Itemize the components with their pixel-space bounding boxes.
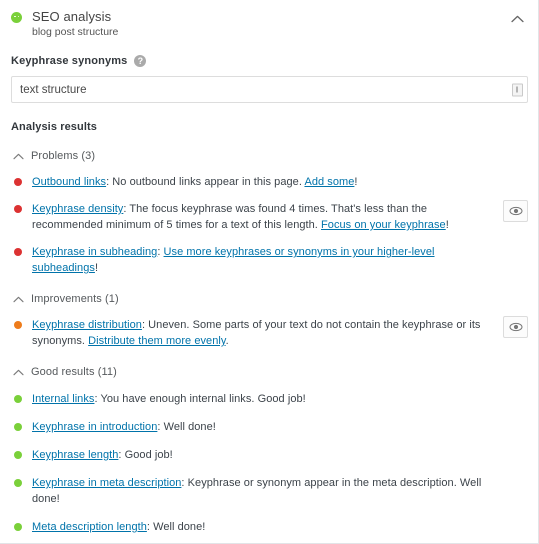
panel-header: SEO analysis blog post structure <box>0 0 538 40</box>
result-text: Outbound links: No outbound links appear… <box>32 176 358 188</box>
collapse-panel-button[interactable] <box>506 8 528 30</box>
result-list-problems: Outbound links: No outbound links appear… <box>11 174 528 276</box>
result-text: Keyphrase in meta description: Keyphrase… <box>32 477 482 505</box>
section-label-good-results: Good results (11) <box>31 366 117 378</box>
result-item: Keyphrase in introduction: Well done! <box>11 419 528 435</box>
result-action-spacer <box>499 475 528 476</box>
analysis-section-problems: Problems (3) Outbound links: No outbound … <box>11 149 528 276</box>
result-item: Keyphrase distribution: Uneven. Some par… <box>11 316 528 349</box>
help-circle-icon[interactable]: ? <box>134 55 147 67</box>
result-status-bullet-icon <box>14 205 22 213</box>
result-link[interactable]: Keyphrase in introduction <box>32 421 157 433</box>
keyphrase-synonyms-input-wrap <box>11 76 528 103</box>
resize-handle-icon[interactable] <box>512 83 523 96</box>
analysis-section-good-results: Good results (11) Internal links: You hav… <box>11 365 528 543</box>
result-status-bullet-icon <box>14 423 22 431</box>
result-text: Keyphrase in subheading: Use more keyphr… <box>32 246 435 274</box>
result-item: Keyphrase in meta description: Keyphrase… <box>11 475 528 507</box>
result-item: Keyphrase density: The focus keyphrase w… <box>11 200 528 233</box>
highlight-in-text-button[interactable] <box>503 200 528 222</box>
result-text: Internal links: You have enough internal… <box>32 393 306 405</box>
result-text: Keyphrase density: The focus keyphrase w… <box>32 203 449 231</box>
result-link[interactable]: Focus on your keyphrase <box>321 219 446 231</box>
result-status-bullet-icon <box>14 451 22 459</box>
result-status-bullet-icon <box>14 248 22 256</box>
result-link[interactable]: Internal links <box>32 393 94 405</box>
result-status-bullet-icon <box>14 178 22 186</box>
result-link[interactable]: Outbound links <box>32 176 106 188</box>
section-toggle-improvements[interactable]: Improvements (1) <box>11 292 528 306</box>
result-item: Internal links: You have enough internal… <box>11 391 528 407</box>
keyphrase-synonyms-label: Keyphrase synonyms <box>11 55 128 67</box>
result-text: Keyphrase in introduction: Well done! <box>32 421 216 433</box>
chevron-up-icon <box>11 369 25 376</box>
chevron-up-icon <box>11 296 25 303</box>
result-status-bullet-icon <box>14 395 22 403</box>
page-title: SEO analysis <box>32 9 112 24</box>
chevron-up-icon <box>12 153 24 159</box>
keyphrase-synonyms-input[interactable] <box>11 76 528 103</box>
result-link[interactable]: Add some <box>304 176 354 188</box>
result-link[interactable]: Keyphrase length <box>32 449 118 461</box>
result-link[interactable]: Keyphrase in meta description <box>32 477 181 489</box>
result-status-bullet-icon <box>14 479 22 487</box>
result-status-bullet-icon <box>14 523 22 531</box>
result-action-spacer <box>499 174 528 175</box>
result-link[interactable]: Keyphrase distribution <box>32 319 142 331</box>
header-text-group: SEO analysis blog post structure <box>32 9 506 39</box>
result-action-spacer <box>499 419 528 420</box>
keyphrase-synonyms-label-row: Keyphrase synonyms ? <box>11 55 528 67</box>
seo-score-bullet-icon <box>11 12 22 23</box>
result-link[interactable]: Keyphrase density <box>32 203 123 215</box>
chevron-up-icon <box>11 153 25 160</box>
chevron-up-icon <box>12 369 24 375</box>
result-link[interactable]: Distribute them more evenly <box>88 335 225 347</box>
chevron-up-icon <box>510 15 524 23</box>
section-toggle-problems[interactable]: Problems (3) <box>11 149 528 163</box>
result-text: Keyphrase length: Good job! <box>32 449 173 461</box>
result-link[interactable]: Meta description length <box>32 521 147 533</box>
result-list-good-results: Internal links: You have enough internal… <box>11 391 528 543</box>
analysis-results-title: Analysis results <box>11 121 97 133</box>
analysis-section-improvements: Improvements (1) Keyphrase distribution: … <box>11 292 528 349</box>
highlight-in-text-button[interactable] <box>503 316 528 338</box>
section-label-improvements: Improvements (1) <box>31 293 119 305</box>
section-toggle-good-results[interactable]: Good results (11) <box>11 365 528 379</box>
page-subtitle: blog post structure <box>32 26 119 38</box>
result-link[interactable]: Keyphrase in subheading <box>32 246 157 258</box>
result-action-spacer <box>499 244 528 245</box>
result-item: Outbound links: No outbound links appear… <box>11 174 528 190</box>
result-text: Keyphrase distribution: Uneven. Some par… <box>32 319 481 347</box>
seo-analysis-panel: SEO analysis blog post structure Keyphra… <box>0 0 539 544</box>
result-action-spacer <box>499 391 528 392</box>
result-list-improvements: Keyphrase distribution: Uneven. Some par… <box>11 316 528 349</box>
chevron-up-icon <box>12 296 24 302</box>
eye-icon <box>509 322 522 332</box>
result-action-spacer <box>499 447 528 448</box>
result-status-bullet-icon <box>14 321 22 329</box>
result-item: Meta description length: Well done! <box>11 519 528 535</box>
result-item: Keyphrase length: Good job! <box>11 447 528 463</box>
result-item: Keyphrase in subheading: Use more keyphr… <box>11 244 528 276</box>
result-action-spacer <box>499 519 528 520</box>
panel-body: Keyphrase synonyms ? Analysis results Pr… <box>0 55 538 543</box>
eye-icon <box>509 206 522 216</box>
result-text: Meta description length: Well done! <box>32 521 206 533</box>
section-label-problems: Problems (3) <box>31 150 96 162</box>
analysis-sections: Problems (3) Outbound links: No outbound … <box>11 149 528 543</box>
